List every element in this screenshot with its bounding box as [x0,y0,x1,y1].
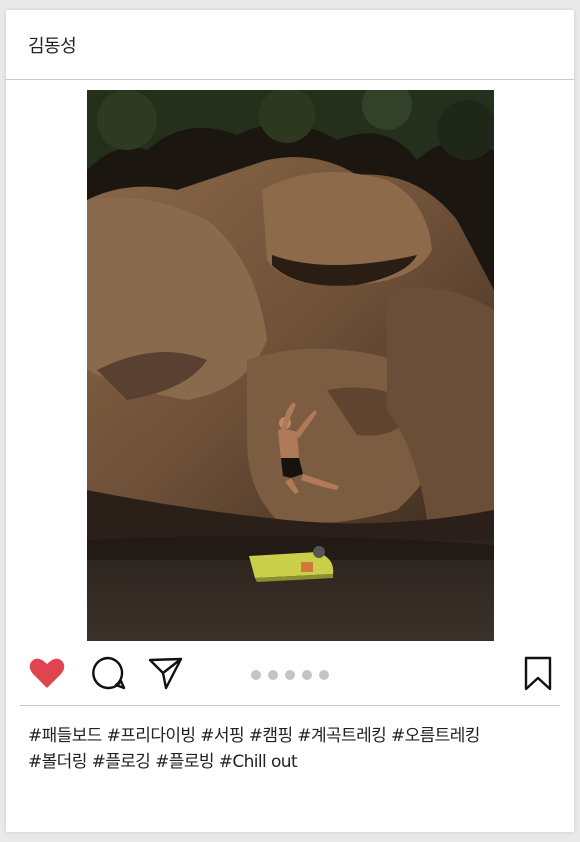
comment-icon[interactable] [90,655,126,695]
carousel-dot[interactable] [251,670,261,680]
heart-icon[interactable] [28,656,66,694]
post-photo[interactable] [87,90,494,641]
hashtag-line[interactable]: #볼더링 #플로깅 #플로빙 #Chill out [28,749,558,775]
username[interactable]: 김동성 [28,32,77,58]
carousel-dot[interactable] [285,670,295,680]
post-card: 김동성 #패들보드 #프리다이빙 #서핑 #캠핑 #계곡트레킹 #오름트레킹 #… [6,10,574,832]
send-icon[interactable] [147,655,183,695]
carousel-dot[interactable] [319,670,329,680]
post-caption: #패들보드 #프리다이빙 #서핑 #캠핑 #계곡트레킹 #오름트레킹 #볼더링 … [28,723,558,775]
post-header: 김동성 [6,10,574,80]
climbing-photo-illustration [87,90,494,641]
divider [20,705,560,706]
carousel-dot[interactable] [268,670,278,680]
carousel-dot[interactable] [302,670,312,680]
carousel-indicator [251,670,329,680]
bookmark-icon[interactable] [523,656,553,696]
hashtag-line[interactable]: #패들보드 #프리다이빙 #서핑 #캠핑 #계곡트레킹 #오름트레킹 [28,723,558,749]
action-bar [6,650,574,700]
